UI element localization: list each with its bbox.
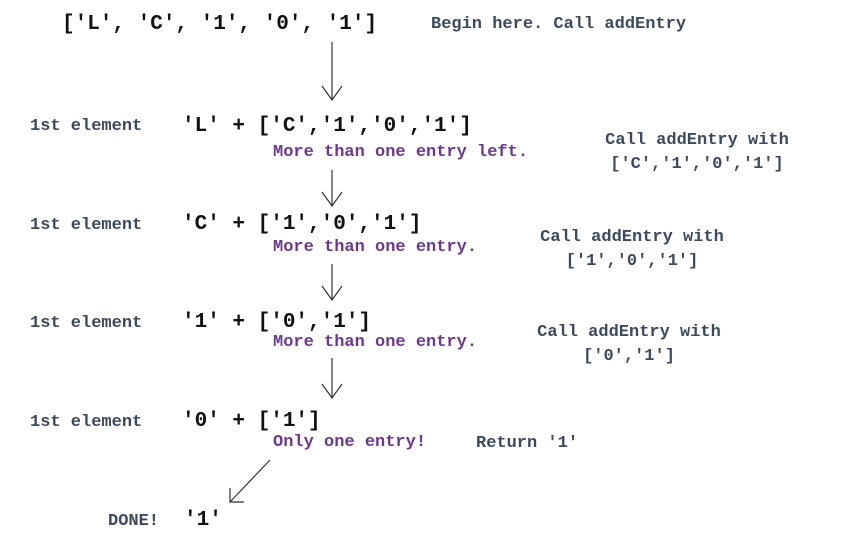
arrow-down-3: [321, 264, 343, 302]
arrow-down-4: [321, 358, 343, 400]
arrow-diagonal-done: [229, 459, 271, 503]
arrow-down-2: [321, 170, 343, 208]
arrow-down-1: [321, 42, 343, 102]
arrow-strokes: [229, 42, 343, 503]
flow-arrows: [229, 42, 343, 503]
